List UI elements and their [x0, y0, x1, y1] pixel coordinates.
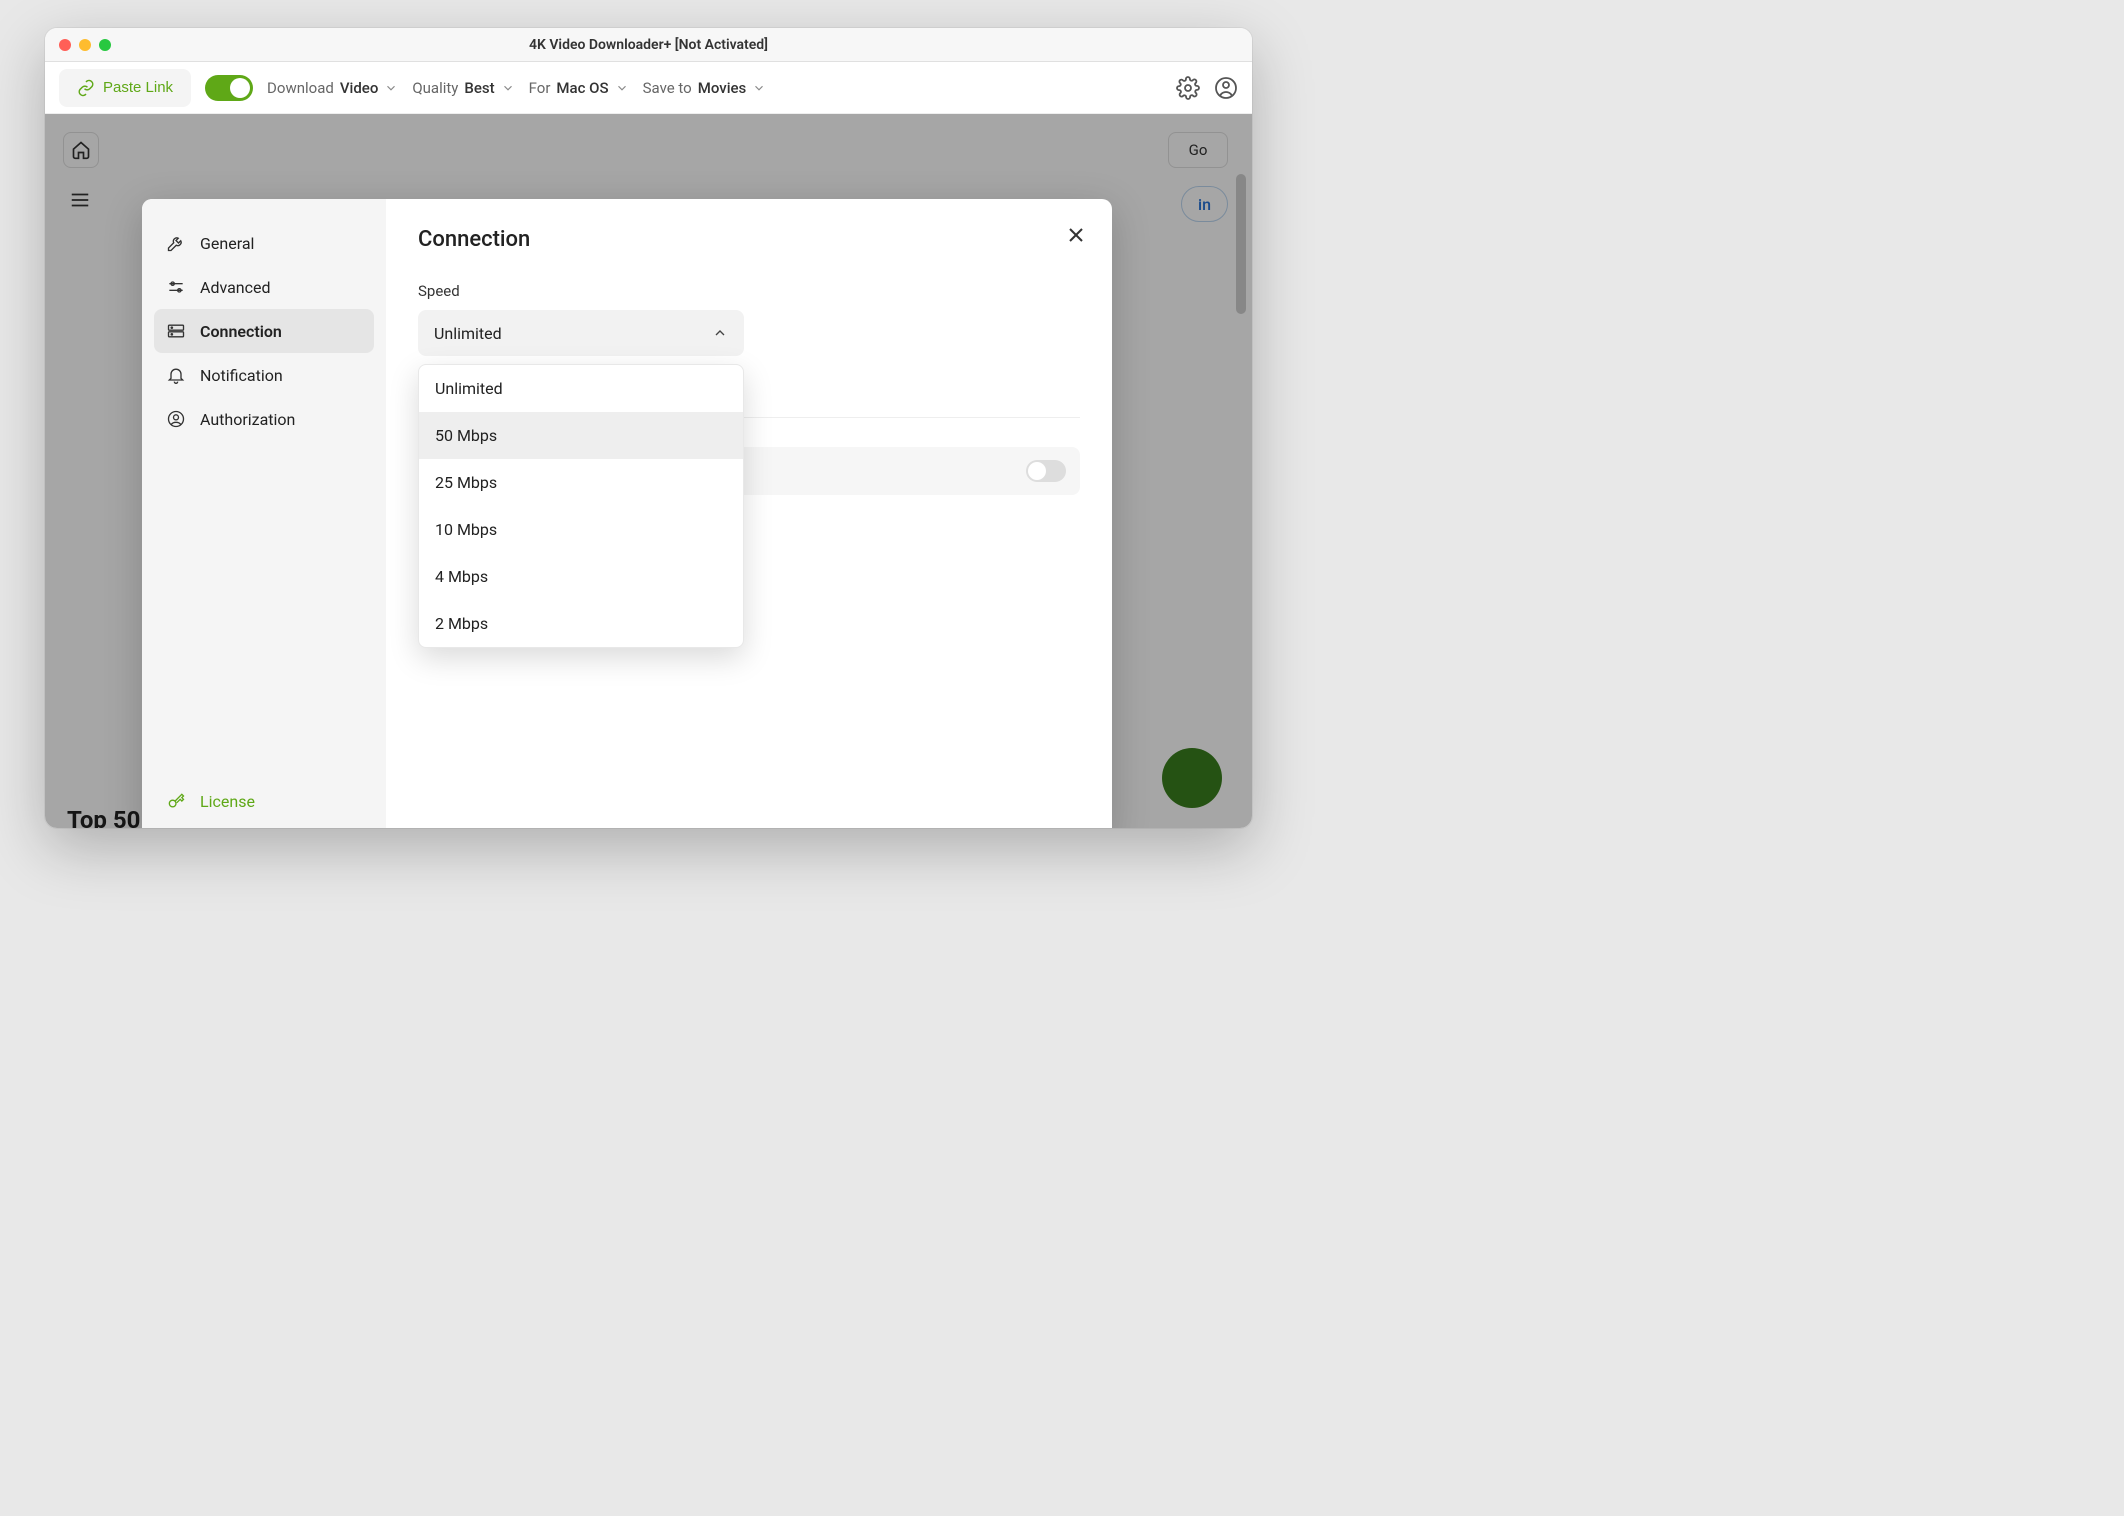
proxy-toggle[interactable]: [1026, 460, 1066, 482]
user-circle-icon: [166, 409, 186, 429]
close-window-button[interactable]: [59, 39, 71, 51]
sliders-icon: [166, 277, 186, 297]
bell-icon: [166, 365, 186, 385]
sidebar-item-label: Notification: [200, 366, 283, 385]
close-icon[interactable]: [1064, 223, 1088, 247]
license-label: License: [200, 792, 255, 811]
sidebar-item-label: Connection: [200, 322, 282, 341]
quality-label: Quality: [412, 79, 458, 97]
settings-panel: Connection Speed Unlimited Unlimited 50 …: [386, 199, 1112, 828]
download-format-selector[interactable]: Download Video: [267, 79, 398, 97]
chevron-down-icon: [501, 81, 515, 95]
speed-select[interactable]: Unlimited Unlimited 50 Mbps 25 Mbps 10 M…: [418, 310, 744, 356]
link-icon: [77, 79, 95, 97]
sidebar-item-notification[interactable]: Notification: [154, 353, 374, 397]
key-icon: [166, 791, 186, 811]
sidebar-item-authorization[interactable]: Authorization: [154, 397, 374, 441]
speed-option-25mbps[interactable]: 25 Mbps: [419, 459, 743, 506]
save-to-value: Movies: [698, 79, 747, 97]
save-to-selector[interactable]: Save to Movies: [643, 79, 767, 97]
sidebar-item-label: Authorization: [200, 410, 295, 429]
server-icon: [166, 321, 186, 341]
save-to-label: Save to: [643, 79, 692, 97]
chevron-down-icon: [384, 81, 398, 95]
toolbar: Paste Link Download Video Quality Best F…: [45, 62, 1252, 114]
titlebar: 4K Video Downloader+ [Not Activated]: [45, 28, 1252, 62]
speed-selected-value: Unlimited: [434, 324, 502, 343]
speed-option-10mbps[interactable]: 10 Mbps: [419, 506, 743, 553]
sidebar-item-general[interactable]: General: [154, 221, 374, 265]
settings-modal: General Advanced Connection Notification…: [142, 199, 1112, 828]
sidebar-item-label: General: [200, 234, 254, 253]
wrench-icon: [166, 233, 186, 253]
sidebar-item-label: Advanced: [200, 278, 271, 297]
download-value: Video: [340, 79, 379, 97]
settings-icon[interactable]: [1176, 76, 1200, 100]
account-icon[interactable]: [1214, 76, 1238, 100]
platform-selector[interactable]: For Mac OS: [529, 79, 629, 97]
paste-link-label: Paste Link: [103, 79, 173, 96]
settings-sidebar: General Advanced Connection Notification…: [142, 199, 386, 828]
speed-label: Speed: [418, 282, 1080, 300]
quality-selector[interactable]: Quality Best: [412, 79, 514, 97]
download-label: Download: [267, 79, 334, 97]
chevron-up-icon: [712, 325, 728, 341]
for-label: For: [529, 79, 551, 97]
window-title: 4K Video Downloader+ [Not Activated]: [529, 37, 768, 53]
speed-option-2mbps[interactable]: 2 Mbps: [419, 600, 743, 647]
fullscreen-window-button[interactable]: [99, 39, 111, 51]
sidebar-item-license[interactable]: License: [154, 779, 374, 823]
app-window: 4K Video Downloader+ [Not Activated] Pas…: [45, 28, 1252, 828]
hint-text-line2: p relaunch.: [746, 367, 1112, 403]
speed-option-4mbps[interactable]: 4 Mbps: [419, 553, 743, 600]
speed-dropdown: Unlimited 50 Mbps 25 Mbps 10 Mbps 4 Mbps…: [418, 364, 744, 648]
speed-option-50mbps[interactable]: 50 Mbps: [419, 412, 743, 459]
sidebar-item-advanced[interactable]: Advanced: [154, 265, 374, 309]
sidebar-item-connection[interactable]: Connection: [154, 309, 374, 353]
smart-mode-toggle[interactable]: [205, 75, 253, 101]
main-content: Go in Top 50 Most Popular Songs by NCS |…: [45, 114, 1252, 828]
chevron-down-icon: [615, 81, 629, 95]
minimize-window-button[interactable]: [79, 39, 91, 51]
speed-option-unlimited[interactable]: Unlimited: [419, 365, 743, 412]
paste-link-button[interactable]: Paste Link: [59, 69, 191, 107]
chevron-down-icon: [752, 81, 766, 95]
panel-title: Connection: [418, 227, 1080, 252]
for-value: Mac OS: [556, 79, 608, 97]
quality-value: Best: [464, 79, 494, 97]
traffic-lights: [59, 39, 111, 51]
